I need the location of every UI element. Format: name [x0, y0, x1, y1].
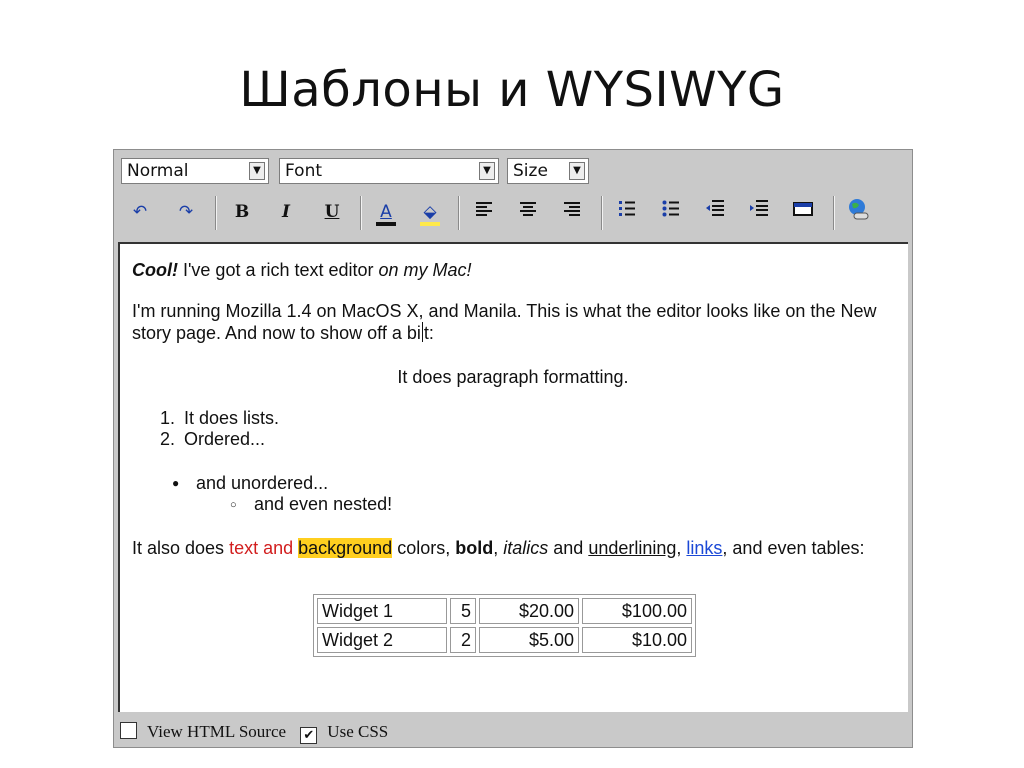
bold-button[interactable]: B	[227, 198, 257, 226]
view-html-source-checkbox[interactable]	[120, 722, 137, 739]
indent-button[interactable]	[744, 198, 774, 226]
view-html-source-label: View HTML Source	[147, 722, 287, 741]
size-select[interactable]: Size ▼	[507, 158, 589, 184]
paragraph-3: It also does text and background colors,…	[132, 538, 865, 558]
table-cell: $5.00	[479, 627, 579, 653]
list-item: ○ and even nested!	[230, 494, 393, 514]
align-center-icon	[520, 202, 536, 216]
font-value: Font	[285, 161, 323, 181]
bullet-icon: ●	[172, 476, 180, 490]
size-value: Size	[513, 161, 548, 181]
text-caret	[421, 322, 423, 342]
ordered-list: 1. It does lists. 2. Ordered...	[160, 408, 279, 450]
paragraph-style-value: Normal	[127, 161, 189, 181]
italic-icon: I	[282, 202, 290, 222]
use-css-checkbox[interactable]: ✔	[300, 727, 318, 744]
paint-bucket-icon: ⬙	[423, 202, 437, 222]
align-center-button[interactable]	[513, 198, 543, 226]
table-cell: $100.00	[582, 598, 692, 624]
globe-link-icon	[849, 199, 869, 220]
italic-text: italics	[503, 538, 549, 558]
p1-text: I've got a rich text editor	[177, 260, 379, 280]
unordered-list-button[interactable]	[656, 198, 686, 226]
paragraph-style-select[interactable]: Normal ▼	[121, 158, 269, 184]
table-cell: Widget 2	[317, 627, 447, 653]
unordered-list-icon	[662, 200, 679, 217]
cool-text: Cool!	[132, 260, 178, 280]
redo-icon: ↷	[178, 202, 194, 222]
edit-toolbar: ↶ ↷ B I U A ⬙	[121, 194, 907, 234]
toolbar-separator	[215, 196, 217, 230]
background-color-swatch	[420, 222, 440, 226]
checkmark-icon: ✔	[303, 727, 315, 742]
list-item: ● and unordered...	[172, 473, 329, 493]
bold-text: bold	[455, 538, 494, 558]
table-cell: 2	[450, 627, 476, 653]
p2-text: I'm running Mozilla 1.4 on MacOS X, and …	[132, 301, 877, 343]
table-row: Widget 2 2 $5.00 $10.00	[317, 627, 692, 653]
underline-button[interactable]: U	[317, 198, 347, 226]
font-select[interactable]: Font ▼	[279, 158, 499, 184]
link-text[interactable]: links	[686, 538, 722, 558]
toolbar-separator	[601, 196, 603, 230]
red-text: text and	[229, 538, 294, 558]
background-color-button[interactable]: ⬙	[415, 198, 445, 226]
table-cell: $10.00	[582, 627, 692, 653]
bold-icon: B	[234, 202, 250, 222]
ordered-list-icon	[619, 201, 635, 216]
chevron-down-icon: ▼	[479, 162, 495, 180]
nested-list: ○ and even nested!	[230, 494, 392, 516]
chevron-down-icon: ▼	[249, 162, 265, 180]
table-cell: 5	[450, 598, 476, 624]
insert-table-button[interactable]	[788, 198, 818, 226]
table-row: Widget 1 5 $20.00 $100.00	[317, 598, 692, 624]
toolbar-separator	[833, 196, 835, 230]
text-color-swatch	[376, 222, 396, 226]
list-item: 1. It does lists.	[160, 408, 280, 428]
use-css-label: Use CSS	[327, 722, 389, 741]
text-color-button[interactable]: A	[371, 198, 401, 226]
chevron-down-icon: ▼	[569, 162, 585, 180]
undo-icon: ↶	[132, 202, 148, 222]
align-left-button[interactable]	[469, 198, 499, 226]
slide-title: Шаблоны и WYSIWYG	[239, 62, 785, 118]
indent-icon	[750, 200, 768, 216]
toolbar-separator	[458, 196, 460, 230]
table-icon	[793, 202, 813, 216]
highlighted-text: background	[298, 538, 393, 558]
rich-text-editor: Normal ▼ Font ▼ Size ▼ ↶ ↷ B I U A ⬙ Coo…	[113, 149, 913, 748]
align-left-icon	[476, 202, 492, 216]
unordered-list: ● and unordered...	[172, 473, 328, 494]
paragraph-1: Cool! I've got a rich text editor on my …	[132, 260, 472, 281]
ordered-list-button[interactable]	[612, 198, 642, 226]
centered-paragraph: It does paragraph formatting.	[397, 367, 629, 387]
align-right-icon	[564, 202, 580, 216]
text-color-icon: A	[380, 202, 392, 222]
paragraph-2: I'm running Mozilla 1.4 on MacOS X, and …	[132, 301, 892, 344]
italic-button[interactable]: I	[271, 198, 301, 226]
toolbar-separator	[360, 196, 362, 230]
table-cell: Widget 1	[317, 598, 447, 624]
undo-button[interactable]: ↶	[125, 198, 155, 226]
underline-icon: U	[324, 202, 340, 222]
align-right-button[interactable]	[557, 198, 587, 226]
editor-bottom-bar: View HTML Source ✔ Use CSS	[120, 722, 388, 744]
underlined-text: underlining	[588, 538, 677, 558]
insert-link-button[interactable]	[843, 198, 873, 226]
p1-italic: on my Mac!	[378, 260, 472, 280]
circle-bullet-icon: ○	[230, 499, 237, 511]
list-item: 2. Ordered...	[160, 429, 266, 449]
outdent-icon	[706, 200, 724, 216]
redo-button[interactable]: ↷	[171, 198, 201, 226]
table-cell: $20.00	[479, 598, 579, 624]
widgets-table: Widget 1 5 $20.00 $100.00 Widget 2 2 $5.…	[313, 594, 696, 657]
outdent-button[interactable]	[700, 198, 730, 226]
p2-text-end: t:	[423, 323, 434, 343]
editor-content-area[interactable]: Cool! I've got a rich text editor on my …	[118, 242, 908, 712]
